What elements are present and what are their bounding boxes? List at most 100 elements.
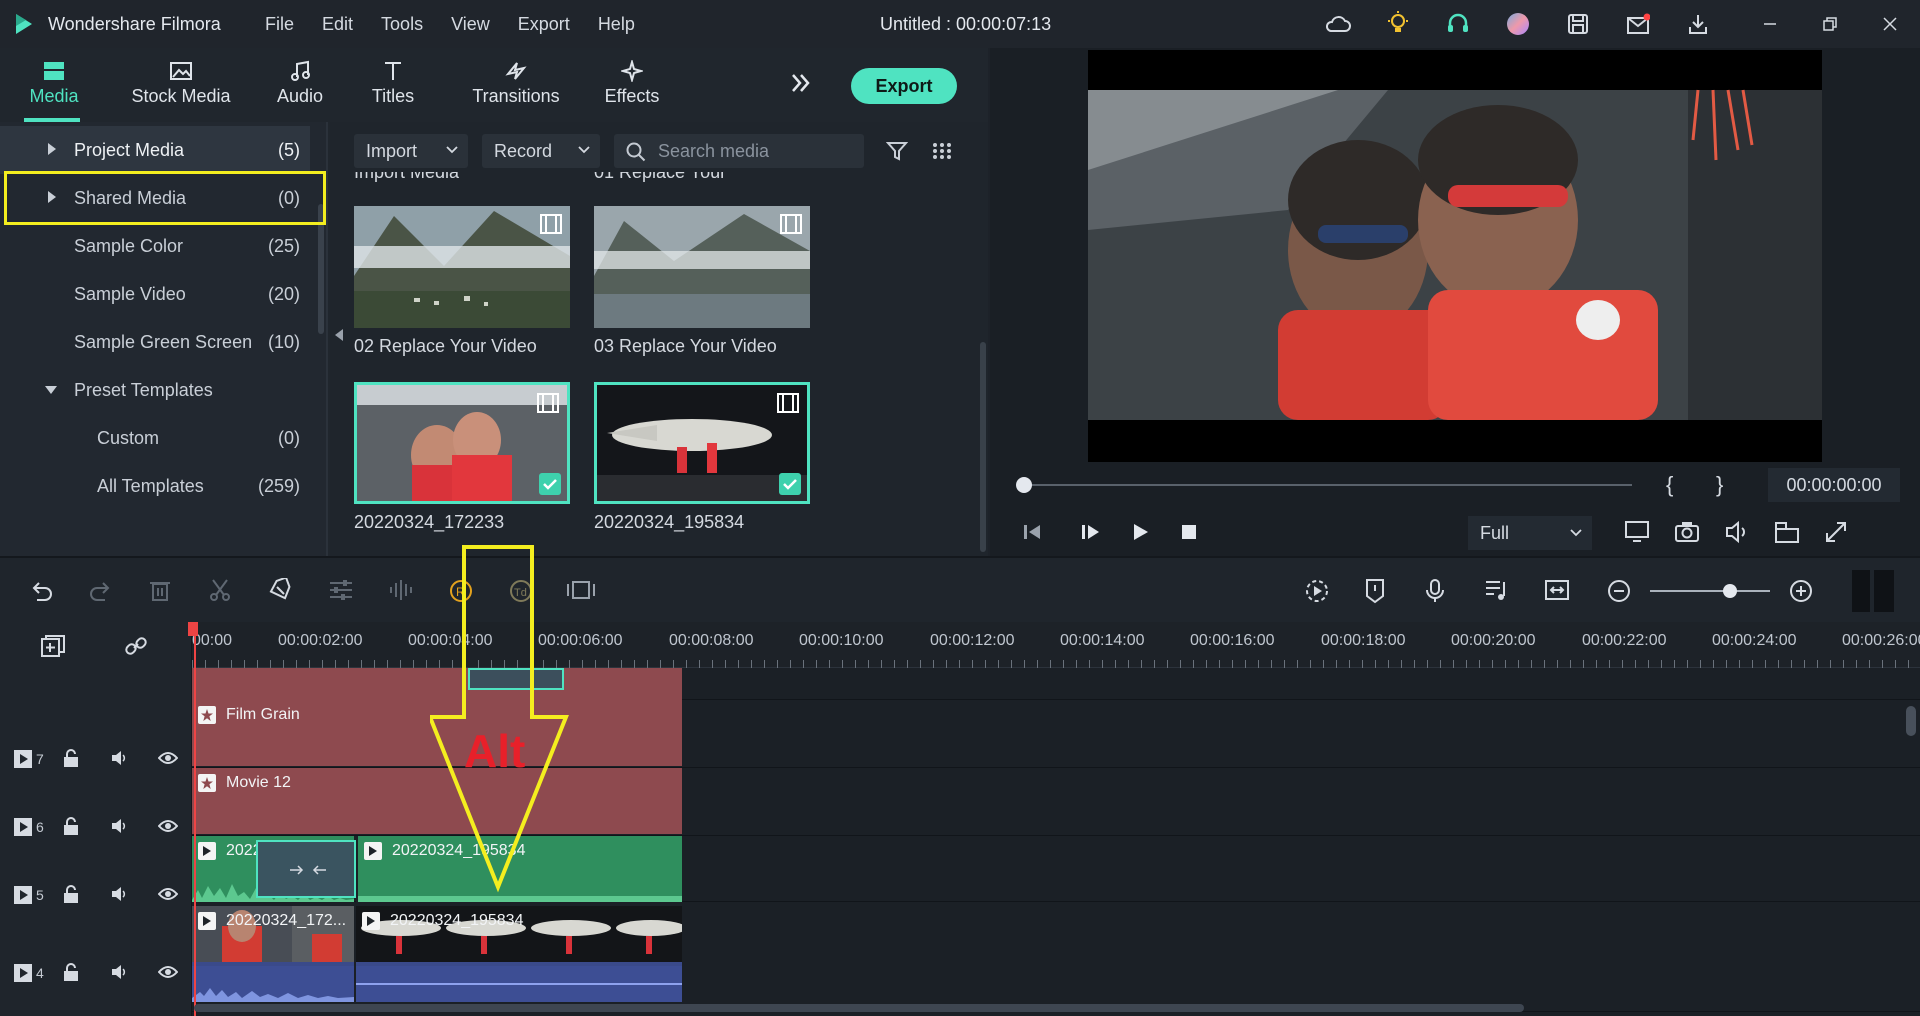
sidebar-item-sample-green-screen[interactable]: Sample Green Screen (10) [0,318,310,366]
speaker-icon[interactable] [110,885,128,903]
eye-icon[interactable] [158,964,178,980]
sidebar-item-preset-templates[interactable]: Preset Templates [0,366,310,414]
microphone-icon[interactable] [1424,578,1446,604]
quality-dropdown[interactable]: Full [1468,516,1592,550]
menu-file[interactable]: File [265,14,294,35]
text-speed-icon[interactable]: Td [508,578,534,604]
fullscreen-icon[interactable] [1824,520,1848,544]
delete-icon[interactable] [148,578,172,602]
tab-stock-media[interactable]: Stock Media [126,56,236,107]
minimize-button[interactable] [1740,0,1800,48]
marker-icon[interactable] [1364,578,1386,604]
timeline-horizontal-scrollbar[interactable] [194,1004,1524,1012]
mark-in-button[interactable]: { [1666,472,1673,498]
eye-icon[interactable] [158,818,178,834]
stabilize-film-icon[interactable] [566,578,596,602]
crop-tag-icon[interactable] [268,578,294,602]
redo-icon[interactable] [88,578,114,602]
clip-film-grain[interactable]: Film Grain [192,700,682,766]
sidebar-item-custom[interactable]: Custom (0) [0,414,310,462]
lightbulb-icon[interactable] [1384,10,1412,38]
speaker-icon[interactable] [110,817,128,835]
close-button[interactable] [1860,0,1920,48]
media-item[interactable]: 20220324_172233 [354,382,570,533]
search-input[interactable]: Search media [614,134,864,168]
timeline-vertical-scrollbar[interactable] [1906,706,1916,736]
speaker-icon[interactable] [110,749,128,767]
record-dropdown[interactable]: Record [482,134,600,168]
stop-icon[interactable] [1180,522,1198,542]
cloud-icon[interactable] [1324,10,1352,38]
clip-partial[interactable] [192,668,682,700]
sidebar-item-all-templates[interactable]: All Templates (259) [0,462,310,510]
mark-out-button[interactable]: } [1716,472,1723,498]
sidebar-item-project-media[interactable]: Project Media (5) [0,126,310,174]
eye-icon[interactable] [158,886,178,902]
clip-v4-b[interactable]: 20220324_195834 [356,906,682,1002]
volume-icon[interactable] [1724,520,1750,544]
audio-waveform-icon[interactable] [388,578,414,602]
panel-layout-icon[interactable] [1852,570,1894,612]
snapshot-camera-icon[interactable] [1674,520,1700,544]
audio-mixer-icon[interactable] [1484,578,1510,602]
adjust-sliders-icon[interactable] [328,578,354,602]
sidebar-item-sample-color[interactable]: Sample Color (25) [0,222,310,270]
fit-timeline-icon[interactable] [1544,578,1570,602]
zoom-out-icon[interactable] [1606,578,1632,604]
tab-titles[interactable]: Titles [366,56,420,107]
tab-audio[interactable]: Audio [272,56,328,107]
previous-frame-icon[interactable] [1022,522,1044,542]
import-dropdown[interactable]: Import [354,134,468,168]
grid-view-icon[interactable] [932,142,952,160]
save-icon[interactable] [1564,10,1592,38]
add-track-icon[interactable] [40,634,66,658]
user-avatar-icon[interactable] [1504,10,1532,38]
timeline-ruler[interactable]: 00:00 00:00:02:00 00:00:04:00 00:00:06:0… [192,622,1920,668]
more-tabs-icon[interactable] [788,70,814,96]
scrubber-knob[interactable] [1016,477,1032,493]
menu-edit[interactable]: Edit [322,14,353,35]
lock-icon[interactable] [62,962,80,982]
playhead-handle-icon[interactable] [186,622,204,642]
sidebar-item-sample-video[interactable]: Sample Video (20) [0,270,310,318]
transition-clip[interactable] [256,840,356,898]
menu-export[interactable]: Export [518,14,570,35]
display-icon[interactable] [1624,520,1650,544]
lock-icon[interactable] [62,816,80,836]
download-icon[interactable] [1684,10,1712,38]
eye-icon[interactable] [158,750,178,766]
media-item[interactable]: 20220324_195834 [594,382,810,533]
zoom-in-icon[interactable] [1788,578,1814,604]
restore-button[interactable] [1800,0,1860,48]
lock-icon[interactable] [62,884,80,904]
zoom-slider[interactable] [1650,590,1770,592]
tab-effects[interactable]: Effects [604,56,660,107]
transition-block[interactable] [468,668,564,690]
aspect-ratio-icon[interactable] [1774,520,1800,544]
tab-media[interactable]: Media [24,56,84,107]
render-preview-icon[interactable] [1304,578,1330,604]
speed-ramp-icon[interactable]: R [448,578,474,604]
media-item[interactable]: 02 Replace Your Video [354,206,570,357]
speaker-icon[interactable] [110,963,128,981]
link-icon[interactable] [124,634,148,658]
cut-scissors-icon[interactable] [208,578,232,602]
media-item[interactable]: 03 Replace Your Video [594,206,810,357]
clip-movie-12[interactable]: Movie 12 [192,768,682,834]
export-button[interactable]: Export [851,68,957,104]
menu-view[interactable]: View [451,14,490,35]
play-frame-icon[interactable] [1080,522,1102,542]
tab-transitions[interactable]: Transitions [464,56,568,107]
collapse-sidebar-icon[interactable] [334,328,344,342]
menu-tools[interactable]: Tools [381,14,423,35]
play-icon[interactable] [1130,522,1150,542]
undo-icon[interactable] [28,578,54,602]
filter-icon[interactable] [886,140,908,162]
media-scrollbar[interactable] [980,342,986,552]
menu-help[interactable]: Help [598,14,635,35]
preview-scrubber[interactable] [1022,484,1632,486]
mail-icon[interactable] [1624,10,1652,38]
lock-icon[interactable] [62,748,80,768]
playhead[interactable] [194,622,196,1016]
zoom-slider-knob[interactable] [1723,584,1737,598]
